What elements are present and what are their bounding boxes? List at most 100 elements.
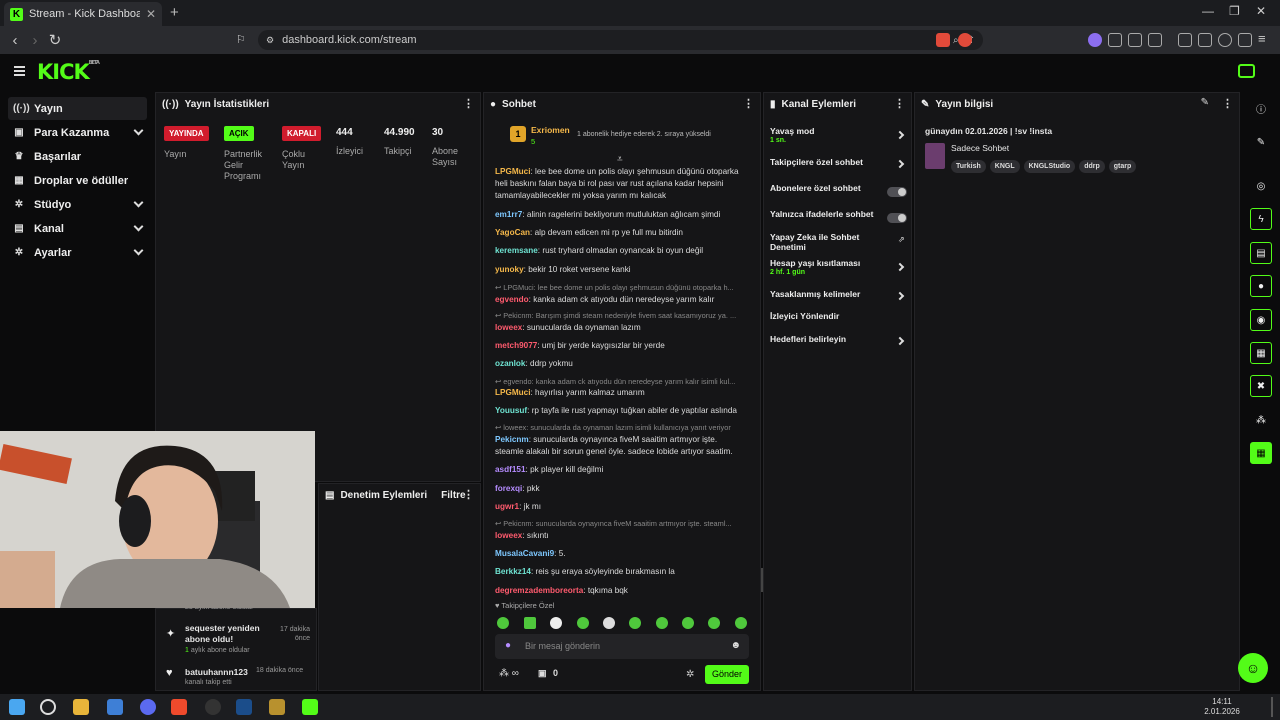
sidebar-item-basarilar[interactable]: ♛ Başarılar — [8, 145, 147, 168]
sidebar-item-para-kazanma[interactable]: ▣ Para Kazanma — [8, 121, 147, 144]
chat-message[interactable]: steamle alakalı bir sorun genel öyle. sa… — [495, 446, 753, 458]
kick-app-icon[interactable] — [302, 699, 318, 715]
emote-icon[interactable] — [735, 617, 747, 629]
info-icon[interactable]: ⓘ — [1250, 97, 1272, 119]
kick-logo[interactable]: KICKBETA — [37, 60, 100, 84]
filter-button[interactable]: Filtre — [441, 490, 465, 501]
chat-message[interactable]: loweex: sunucularda da oynaman lazım — [495, 322, 753, 334]
file-explorer-icon[interactable] — [73, 699, 89, 715]
emoji-icon[interactable]: ☻ — [730, 640, 741, 651]
chat-reply-context[interactable]: ↩ Pekicnm: Barışım şimdi steam nedeniyle… — [495, 310, 753, 322]
close-window-button[interactable]: ✕ — [1256, 4, 1266, 18]
windows-start-icon[interactable] — [9, 699, 25, 715]
clapperboard-icon[interactable]: ▦ — [1250, 442, 1272, 464]
chat-message[interactable]: egvendo: kanka adam ck atıyodu dün nered… — [495, 294, 753, 306]
stream-tag[interactable]: KNGLStudio — [1023, 160, 1076, 173]
chat-message[interactable]: loweex: sıkıntı — [495, 530, 753, 542]
document-icon[interactable]: ▤ — [1250, 242, 1272, 264]
chat-username[interactable]: Youusuf — [495, 406, 527, 415]
stream-tag[interactable]: KNGL — [989, 160, 1020, 173]
channel-action-item[interactable]: Yalnızca ifadelerle sohbet — [770, 209, 882, 219]
leo-icon[interactable] — [1218, 33, 1232, 47]
stream-tag[interactable]: ddrp — [1079, 160, 1105, 173]
steam-icon[interactable] — [236, 699, 252, 715]
broadcast-icon[interactable]: ◉ — [1250, 309, 1272, 331]
sidebar-toggle-icon[interactable] — [1178, 33, 1192, 47]
creator-studio-icon[interactable] — [1238, 64, 1255, 78]
chat-message[interactable]: em1rr7: alinin ragelerini bekliyorum mut… — [495, 209, 753, 221]
channel-action-item[interactable]: Abonelere özel sohbet — [770, 183, 882, 193]
chat-username[interactable]: asdf151 — [495, 465, 526, 474]
chat-username[interactable]: YagoCan — [495, 228, 530, 237]
chat-message[interactable]: yunoky: bekir 10 roket versene kanki — [495, 264, 753, 276]
forward-button[interactable]: › — [25, 32, 45, 49]
wrench-icon[interactable]: ✖ — [1250, 375, 1272, 397]
category-name[interactable]: Sadece Sohbet — [951, 143, 1009, 153]
chat-message[interactable]: tamamlayabilecekler mi yoksa yarım mı ka… — [495, 190, 753, 202]
chat-message[interactable]: Youusuf: rp tayfa ile rust yapmayı tuğka… — [495, 405, 753, 417]
channel-action-item[interactable]: Takipçilere özel sohbet — [770, 157, 882, 167]
menu-icon[interactable]: ≡ — [1258, 31, 1266, 46]
channel-action-item[interactable]: Yasaklanmış kelimeler — [770, 289, 882, 299]
chat-message[interactable]: degremzademboreorta: tqkıma bqk — [495, 585, 753, 597]
edit-icon[interactable]: ✎ — [1201, 97, 1209, 108]
chat-message[interactable]: asdf151: pk player kill değilmi — [495, 464, 753, 476]
address-bar[interactable]: ⚙ dashboard.kick.com/stream ⌕ ⇪ — [258, 30, 983, 50]
vpn-icon[interactable] — [1088, 33, 1102, 47]
chat-username[interactable]: forexqi — [495, 484, 522, 493]
chat-message[interactable]: LPGMuci: hayırlısı yarım kalmaz umarım — [495, 387, 753, 399]
archive-icon[interactable]: ▦ — [1250, 342, 1272, 364]
chat-settings-icon[interactable]: ✲ — [686, 669, 694, 680]
maximize-button[interactable]: ❐ — [1229, 4, 1240, 18]
minimize-button[interactable]: — — [1202, 4, 1214, 18]
chat-username[interactable]: em1rr7 — [495, 210, 522, 219]
chat-username[interactable]: degremzademboreorta — [495, 586, 583, 595]
chat-reply-context[interactable]: ↩ loweex: sunucularda da oynaman lazım i… — [495, 422, 753, 434]
chat-username[interactable]: loweex — [495, 323, 522, 332]
more-options-icon[interactable]: ⋮ — [894, 97, 905, 110]
extension-icon[interactable] — [1108, 33, 1122, 47]
shield-icon[interactable] — [1238, 33, 1252, 47]
browser-tab[interactable]: K Stream - Kick Dashboard ✕ — [4, 2, 162, 26]
brave-shields-icon[interactable] — [936, 33, 950, 47]
pencil-icon[interactable]: ✎ — [1250, 131, 1272, 153]
emote-icon[interactable] — [577, 617, 589, 629]
users-icon[interactable]: ⁂ — [1250, 409, 1272, 431]
media-icon[interactable] — [1148, 33, 1162, 47]
sidebar-item-droplar[interactable]: ▦ Droplar ve ödüller — [8, 169, 147, 192]
toggle-switch[interactable] — [887, 213, 907, 223]
channel-action-item[interactable]: İzleyici Yönlendir — [770, 311, 882, 321]
brave-rewards-icon[interactable] — [958, 33, 972, 47]
emote-icon[interactable] — [629, 617, 641, 629]
system-clock[interactable]: 14:11 2.01.2026 — [1200, 697, 1244, 717]
emote-icon[interactable] — [550, 617, 562, 629]
chat-message[interactable]: keremsane: rust tryhard olmadan oynancak… — [495, 245, 753, 257]
hamburger-menu-icon[interactable] — [14, 66, 25, 76]
microphone-icon[interactable]: ● — [505, 640, 511, 651]
emote-icon[interactable] — [524, 617, 536, 629]
emote-icon[interactable] — [682, 617, 694, 629]
chat-username[interactable]: ozanlok — [495, 359, 525, 368]
chat-message[interactable]: LPGMuci: lee bee dome un polis olayı şeh… — [495, 166, 753, 178]
game-icon[interactable] — [269, 699, 285, 715]
chat-message[interactable]: forexqi: pkk — [495, 483, 753, 495]
chat-username[interactable]: ugwr1 — [495, 502, 519, 511]
chat-username[interactable]: LPGMuci — [495, 167, 530, 176]
sidebar-item-kanal[interactable]: ▤ Kanal — [8, 217, 147, 240]
chat-input[interactable]: ● Bir mesaj gönderin ☻ — [495, 634, 749, 659]
channel-action-item[interactable]: Yavaş mod 1 sn. — [770, 126, 882, 146]
chat-username[interactable]: metch9077 — [495, 341, 537, 350]
channel-action-item[interactable]: Yapay Zeka ile Sohbet Denetimi — [770, 232, 882, 252]
channel-action-item[interactable]: Hedefleri belirleyin — [770, 334, 882, 344]
emote-icon[interactable] — [603, 617, 615, 629]
help-chat-button[interactable]: ☺ — [1238, 653, 1268, 683]
chat-reply-context[interactable]: ↩ Pekicnm: sunucularda oynayınca fiveM s… — [495, 518, 753, 530]
site-info-icon[interactable]: ⚙ — [266, 35, 274, 46]
more-options-icon[interactable]: ⋮ — [1222, 97, 1233, 110]
send-button[interactable]: Gönder — [705, 665, 749, 684]
chat-username[interactable]: MusalaCavani9 — [495, 549, 554, 558]
back-button[interactable]: ‹ — [5, 32, 25, 49]
chat-username[interactable]: yunoky — [495, 265, 524, 274]
search-icon[interactable] — [40, 699, 56, 715]
chat-message[interactable]: ozanlok: ddrp yokmu — [495, 358, 753, 370]
